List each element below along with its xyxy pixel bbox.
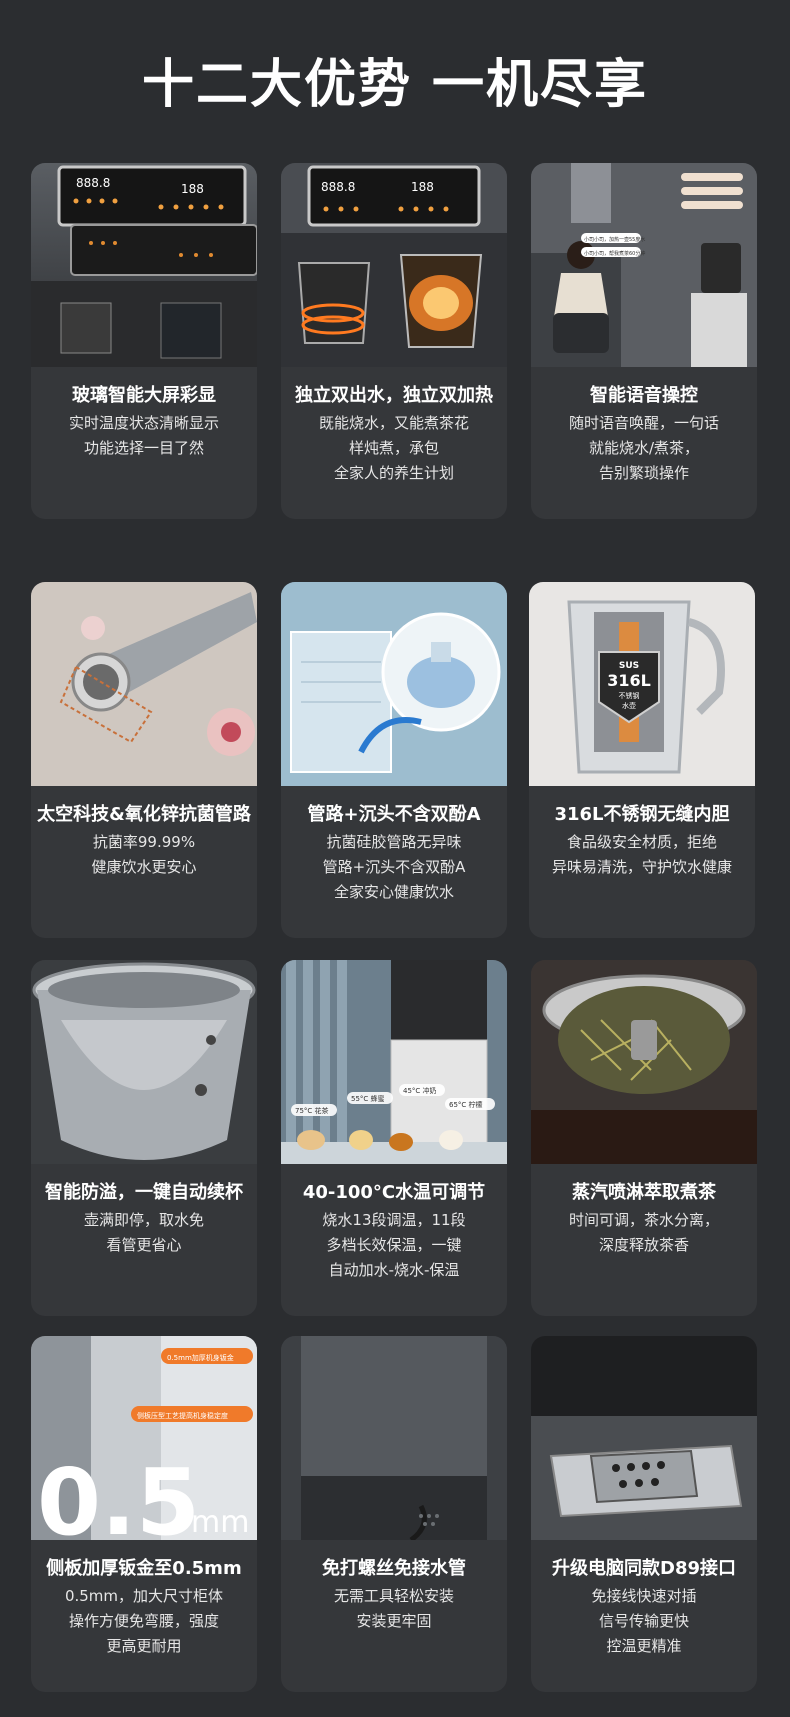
card-title: 40-100°C水温可调节 (302, 1182, 486, 1203)
display-right-readout: 188 (411, 180, 434, 194)
sus-badge-line2: 水壶 (622, 701, 636, 710)
card-description: 随时语音唤醒，一句话 就能烧水/煮茶， 告别繁琐操作 (537, 411, 751, 486)
card-title: 玻璃智能大屏彩显 (72, 385, 216, 406)
card-desc-line: 全家安心健康饮水 (333, 883, 454, 901)
big-thickness-unit: mm (191, 1505, 249, 1540)
sus-badge-grade: 316L (607, 671, 651, 690)
feature-card-antibacterial-pipe: 太空科技&氧化锌抗菌管路 抗菌率99.99% 健康饮水更安心 (31, 582, 257, 938)
card-desc-line: 控温更精准 (606, 1637, 682, 1655)
card-desc-line: 0.5mm，加大尺寸柜体 (64, 1587, 224, 1605)
voice-bubble-1: 小司小司，加热一壶55度水 (584, 236, 645, 243)
sus-badge-top: SUS (619, 661, 639, 671)
card-description: 0.5mm，加大尺寸柜体 操作方便免弯腰，强度 更高更耐用 (37, 1584, 251, 1659)
feature-card-steam-tea: 蒸汽喷淋萃取煮茶 时间可调，茶水分离， 深度释放茶香 (531, 960, 757, 1316)
card-title: 升级电脑同款D89接口 (552, 1558, 736, 1579)
antibacterial-pipe-image (31, 582, 257, 786)
feature-card-dual-heating: 888.8 188 独立双出水，独立双加热 既能烧水，又能煮茶花 样炖煮，承包 … (281, 163, 507, 519)
card-title: 侧板加厚钣金至0.5mm (46, 1558, 242, 1579)
display-left-readout: 888.8 (76, 176, 110, 190)
tag-thickness: 0.5mm加厚机身钣金 (167, 1353, 234, 1362)
card-desc-line: 全家人的养生计划 (333, 464, 454, 482)
card-title: 智能防溢，一键自动续杯 (45, 1182, 243, 1203)
kettle-interior-image (31, 960, 257, 1164)
feature-card-display: 888.8 188 玻璃智能大屏彩显 实时温度状态清晰显示 功能选择一目了然 (31, 163, 257, 519)
temp-label-65: 65°C 柠檬 (449, 1100, 483, 1109)
card-desc-line: 操作方便免弯腰，强度 (68, 1612, 219, 1630)
card-title: 免打螺丝免接水管 (322, 1558, 466, 1579)
feature-grid: 888.8 188 玻璃智能大屏彩显 实时温度状态清晰显示 功能选择一目了然 8… (0, 0, 790, 1717)
card-description: 无需工具轻松安装 安装更牢固 (287, 1584, 501, 1634)
display-right-readout: 188 (181, 182, 204, 196)
card-desc-line: 壶满即停，取水免 (83, 1211, 204, 1229)
card-desc-line: 自动加水-烧水-保温 (328, 1261, 460, 1279)
card-desc-line: 随时语音唤醒，一句话 (568, 414, 719, 432)
card-desc-line: 免接线快速对插 (591, 1587, 697, 1605)
card-desc-line: 抗菌硅胶管路无异味 (326, 833, 462, 851)
card-desc-line: 异味易清洗，守护饮水健康 (551, 858, 732, 876)
card-desc-line: 更高更耐用 (106, 1637, 182, 1655)
card-desc-line: 食品级安全材质，拒绝 (566, 833, 717, 851)
feature-card-temperature: 75°C 花茶 55°C 蜂蜜 45°C 冲奶 65°C 柠檬 40-100°C… (281, 960, 507, 1316)
sus-badge-line1: 不锈钢 (619, 691, 640, 700)
feature-card-sheet-metal: 0.5mm加厚机身钣金 侧板压型工艺提高机身稳定度 0.5 mm 侧板加厚钣金至… (31, 1336, 257, 1692)
card-desc-line: 就能烧水/煮茶， (588, 439, 700, 457)
temp-label-55: 55°C 蜂蜜 (351, 1094, 385, 1103)
card-title: 316L不锈钢无缝内胆 (554, 804, 730, 825)
card-desc-line: 安装更牢固 (356, 1612, 432, 1630)
card-desc-line: 深度释放茶香 (598, 1236, 689, 1254)
card-title: 太空科技&氧化锌抗菌管路 (37, 804, 251, 825)
feature-card-316l-liner: SUS 316L 不锈钢 水壶 316L不锈钢无缝内胆 食品级安全材质，拒绝 异… (529, 582, 755, 938)
card-desc-line: 既能烧水，又能煮茶花 (318, 414, 469, 432)
steam-tea-image (531, 960, 757, 1164)
card-desc-line: 健康饮水更安心 (91, 858, 197, 876)
card-title: 管路+沉头不含双酚A (307, 804, 481, 825)
card-desc-line: 功能选择一目了然 (83, 439, 204, 457)
card-description: 实时温度状态清晰显示 功能选择一目了然 (37, 411, 251, 461)
temp-label-75: 75°C 花茶 (295, 1106, 329, 1115)
sheet-metal-image: 0.5mm加厚机身钣金 侧板压型工艺提高机身稳定度 0.5 mm (31, 1336, 257, 1540)
card-desc-line: 抗菌率99.99% (92, 833, 196, 851)
feature-card-anti-overflow: 智能防溢，一键自动续杯 壶满即停，取水免 看管更省心 (31, 960, 257, 1316)
card-desc-line: 样炖煮，承包 (348, 439, 439, 457)
tag-stability: 侧板压型工艺提高机身稳定度 (137, 1411, 228, 1420)
card-title: 智能语音操控 (590, 385, 698, 406)
d89-connector-image (531, 1336, 757, 1540)
card-description: 烧水13段调温，11段 多档长效保温，一键 自动加水-烧水-保温 (287, 1208, 501, 1283)
display-left-readout: 888.8 (321, 180, 355, 194)
card-desc-line: 时间可调，茶水分离， (568, 1211, 719, 1229)
card-desc-line: 管路+沉头不含双酚A (322, 858, 466, 876)
card-description: 壶满即停，取水免 看管更省心 (37, 1208, 251, 1258)
stainless-kettle-image: SUS 316L 不锈钢 水壶 (529, 582, 755, 786)
temp-label-45: 45°C 冲奶 (403, 1086, 437, 1095)
card-desc-line: 烧水13段调温，11段 (322, 1211, 466, 1229)
card-description: 既能烧水，又能煮茶花 样炖煮，承包 全家人的养生计划 (287, 411, 501, 486)
display-panel-image: 888.8 188 (31, 163, 257, 367)
card-desc-line: 无需工具轻松安装 (333, 1587, 454, 1605)
card-desc-line: 信号传输更快 (598, 1612, 689, 1630)
feature-card-bpa-free: 管路+沉头不含双酚A 抗菌硅胶管路无异味 管路+沉头不含双酚A 全家安心健康饮水 (281, 582, 507, 938)
voice-bubble-2: 小司小司，帮我煮茶60分钟 (584, 250, 645, 257)
big-thickness-number: 0.5 (37, 1449, 200, 1540)
card-description: 抗菌率99.99% 健康饮水更安心 (37, 830, 251, 880)
feature-card-d89-interface: 升级电脑同款D89接口 免接线快速对插 信号传输更快 控温更精准 (531, 1336, 757, 1692)
voice-control-image: 小司小司，加热一壶55度水 小司小司，帮我煮茶60分钟 (531, 163, 757, 367)
card-title: 独立双出水，独立双加热 (295, 385, 493, 406)
no-screws-image (281, 1336, 507, 1540)
card-desc-line: 实时温度状态清晰显示 (68, 414, 219, 432)
temperature-drinks-image: 75°C 花茶 55°C 蜂蜜 45°C 冲奶 65°C 柠檬 (281, 960, 507, 1164)
dual-kettle-image: 888.8 188 (281, 163, 507, 367)
card-title: 蒸汽喷淋萃取煮茶 (572, 1182, 716, 1203)
card-desc-line: 看管更省心 (106, 1236, 182, 1254)
card-desc-line: 多档长效保温，一键 (326, 1236, 462, 1254)
feature-card-voice: 小司小司，加热一壶55度水 小司小司，帮我煮茶60分钟 智能语音操控 随时语音唤… (531, 163, 757, 519)
card-desc-line: 告别繁琐操作 (598, 464, 689, 482)
feature-card-no-screws: 免打螺丝免接水管 无需工具轻松安装 安装更牢固 (281, 1336, 507, 1692)
card-description: 抗菌硅胶管路无异味 管路+沉头不含双酚A 全家安心健康饮水 (287, 830, 501, 905)
card-description: 时间可调，茶水分离， 深度释放茶香 (537, 1208, 751, 1258)
bpa-free-pipe-image (281, 582, 507, 786)
card-description: 食品级安全材质，拒绝 异味易清洗，守护饮水健康 (535, 830, 749, 880)
card-description: 免接线快速对插 信号传输更快 控温更精准 (537, 1584, 751, 1659)
